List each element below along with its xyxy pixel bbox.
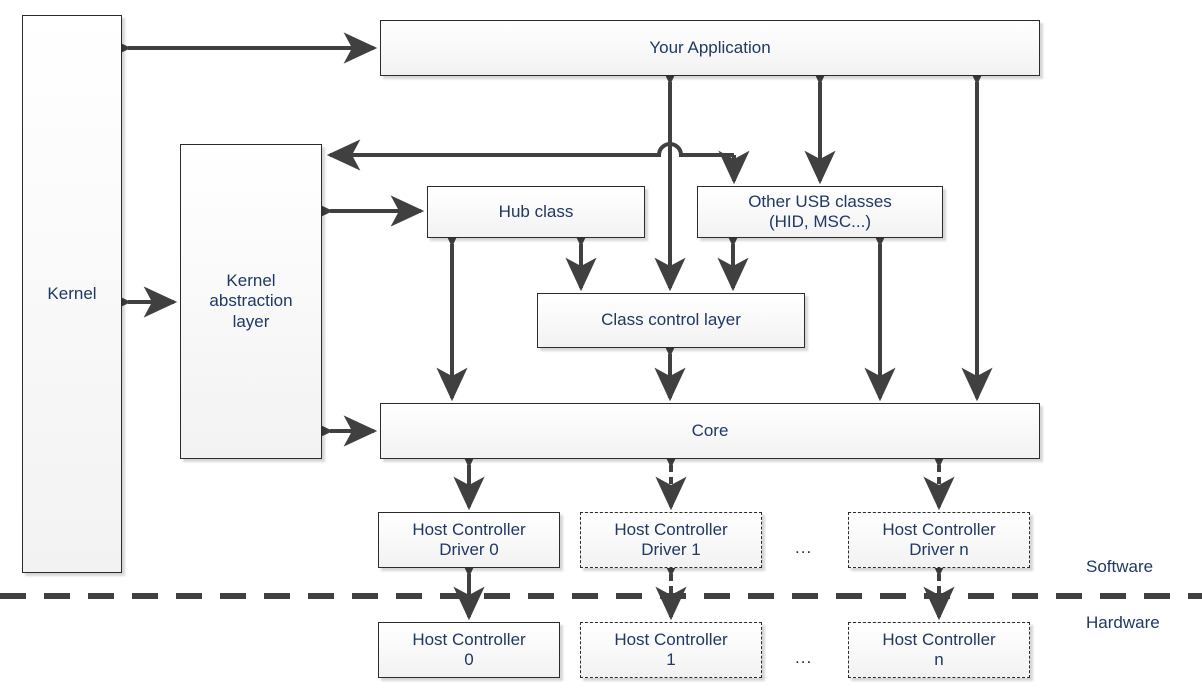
ellipsis-drivers: ... [795, 538, 813, 557]
node-host-controller-driver-0[interactable]: Host Controller Driver 0 [378, 512, 560, 568]
node-host-controller-n[interactable]: Host Controller n [848, 622, 1030, 678]
node-hub-class[interactable]: Hub class [427, 186, 645, 238]
node-other-usb-classes-label: Other USB classes (HID, MSC...) [748, 191, 892, 231]
node-kernel-label: Kernel [47, 283, 97, 303]
node-kernel[interactable]: Kernel [22, 15, 122, 573]
node-host-controller-driver-1-label: Host Controller Driver 1 [614, 519, 728, 559]
label-hardware: Hardware [1086, 613, 1160, 632]
node-class-control-layer[interactable]: Class control layer [537, 293, 805, 348]
node-kernel-abstraction-layer[interactable]: Kernel abstraction layer [180, 144, 322, 459]
node-your-application[interactable]: Your Application [380, 20, 1040, 76]
node-host-controller-driver-n-label: Host Controller Driver n [882, 519, 996, 559]
node-class-control-layer-label: Class control layer [601, 310, 741, 330]
edge-core-kal-top [326, 139, 734, 171]
architecture-diagram: Kernel Kernel abstraction layer Your App… [0, 0, 1202, 690]
node-core-label: Core [691, 420, 729, 440]
node-host-controller-1[interactable]: Host Controller 1 [580, 622, 762, 678]
label-software: Software [1086, 557, 1154, 576]
node-your-application-label: Your Application [649, 37, 771, 57]
node-host-controller-0-label: Host Controller 0 [412, 629, 526, 669]
node-host-controller-driver-0-label: Host Controller Driver 0 [412, 519, 526, 559]
node-host-controller-0[interactable]: Host Controller 0 [378, 622, 560, 678]
node-host-controller-driver-1[interactable]: Host Controller Driver 1 [580, 512, 762, 568]
node-core[interactable]: Core [380, 403, 1040, 459]
node-other-usb-classes[interactable]: Other USB classes (HID, MSC...) [697, 186, 943, 238]
node-hub-class-label: Hub class [498, 201, 574, 221]
node-host-controller-driver-n[interactable]: Host Controller Driver n [848, 512, 1030, 568]
ellipsis-controllers: ... [795, 648, 813, 667]
node-kernel-abstraction-layer-label: Kernel abstraction layer [209, 271, 293, 331]
node-host-controller-1-label: Host Controller 1 [614, 629, 728, 669]
node-host-controller-n-label: Host Controller n [882, 629, 996, 669]
